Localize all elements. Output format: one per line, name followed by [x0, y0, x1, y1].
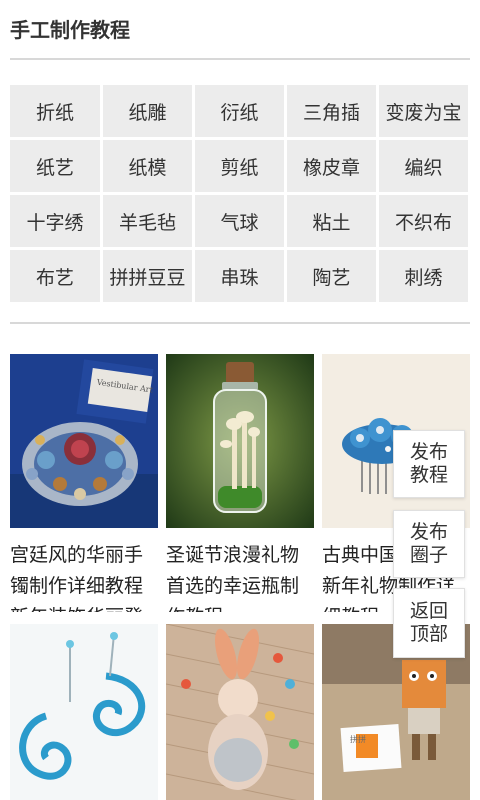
tag-pinpindoudou[interactable]: 拼拼豆豆 [103, 250, 192, 302]
publish-circle-label: 发布 圈子 [409, 521, 448, 566]
tag-zhiyi[interactable]: 纸艺 [10, 140, 100, 192]
tag-sanjiaocha[interactable]: 三角插 [287, 85, 376, 137]
tag-zhezhi[interactable]: 折纸 [10, 85, 100, 137]
tutorial-card[interactable]: Vestibular Art 宫廷风的华丽手镯制作详细教程 新年装饰华 [10, 354, 158, 612]
tag-zhidiao[interactable]: 纸雕 [103, 85, 192, 137]
tag-chuanzhu[interactable]: 串珠 [195, 250, 284, 302]
header: 手工制作教程 [0, 0, 480, 58]
tag-buzhibu[interactable]: 不织布 [379, 195, 468, 247]
tag-qiqiu[interactable]: 气球 [195, 195, 284, 247]
publish-circle-button[interactable]: 发布 圈子 [393, 510, 465, 578]
tag-yanzhi[interactable]: 衍纸 [195, 85, 284, 137]
category-tag-grid: 折纸 纸雕 衍纸 三角插 变废为宝 纸艺 纸模 剪纸 橡皮章 编织 十字绣 羊毛… [0, 60, 480, 322]
tutorial-card[interactable] [10, 624, 158, 800]
thumbnail-spiral-earrings-image [10, 624, 158, 800]
back-to-top-label: 返回 顶部 [409, 600, 448, 645]
tag-cixiu[interactable]: 刺绣 [379, 250, 468, 302]
card-title: 圣诞节浪漫礼物首选的幸运瓶制作教程 [166, 544, 300, 612]
thumbnail-bracelet-image: Vestibular Art [10, 354, 158, 528]
publish-tutorial-label: 发布 教程 [409, 441, 448, 486]
page-title: 手工制作教程 [10, 18, 130, 42]
back-to-top-button[interactable]: 返回 顶部 [393, 588, 465, 658]
tutorial-card[interactable] [166, 624, 314, 800]
tag-taoyi[interactable]: 陶艺 [287, 250, 376, 302]
tag-shizixiu[interactable]: 十字绣 [10, 195, 100, 247]
tag-xiangpizhang[interactable]: 橡皮章 [287, 140, 376, 192]
tag-niantu[interactable]: 粘土 [287, 195, 376, 247]
publish-tutorial-button[interactable]: 发布 教程 [393, 430, 465, 498]
tutorial-card[interactable]: 圣诞节浪漫礼物首选的幸运瓶制作教程 [166, 354, 314, 612]
divider [10, 322, 470, 324]
thumbnail-wishing-bottle-image [166, 354, 314, 528]
tag-bianfeiweibao[interactable]: 变废为宝 [379, 85, 468, 137]
tag-jianzhi[interactable]: 剪纸 [195, 140, 284, 192]
svg-text:拼拼: 拼拼 [350, 734, 366, 744]
tag-buyi[interactable]: 布艺 [10, 250, 100, 302]
thumbnail-fabric-doll-image [166, 624, 314, 800]
card-title: 宫廷风的华丽手镯制作详细教程 新年装饰华丽登 [10, 544, 144, 612]
tag-zhimo[interactable]: 纸模 [103, 140, 192, 192]
tag-yangmaozhan[interactable]: 羊毛毡 [103, 195, 192, 247]
page: 手工制作教程 折纸 纸雕 衍纸 三角插 变废为宝 纸艺 纸模 剪纸 橡皮章 编织… [0, 0, 480, 800]
tag-bianzhi[interactable]: 编织 [379, 140, 468, 192]
